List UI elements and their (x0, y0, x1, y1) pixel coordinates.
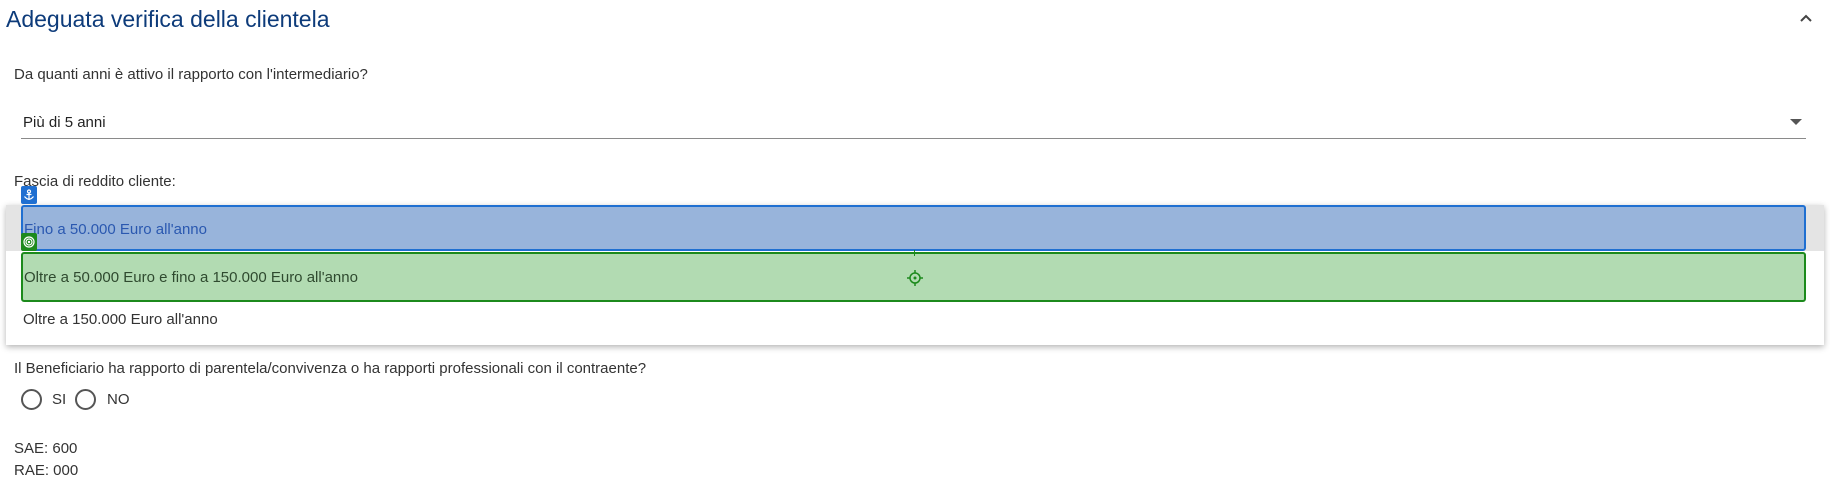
reddito-option-1-label: Fino a 50.000 Euro all'anno (24, 221, 207, 238)
chevron-up-icon[interactable] (1796, 8, 1816, 28)
radio-si-label[interactable]: SI (52, 391, 66, 408)
radio-no[interactable] (75, 389, 96, 410)
reddito-option-1-highlight[interactable]: Fino a 50.000 Euro all'anno (21, 205, 1806, 251)
caret-down-icon (1790, 119, 1802, 125)
question-reddito-label: Fascia di reddito cliente: (14, 173, 176, 190)
rapporto-select[interactable]: Più di 5 anni (21, 110, 1806, 139)
target-icon (21, 233, 37, 251)
section-title: Adeguata verifica della clientela (6, 6, 330, 32)
highlight-connector (914, 250, 915, 256)
reddito-option-3[interactable]: Oltre a 150.000 Euro all'anno (6, 297, 1824, 343)
rae-info: RAE: 000 (14, 462, 79, 479)
radio-si[interactable] (21, 389, 42, 410)
verification-panel: Adeguata verifica della clientela Da qua… (0, 0, 1830, 487)
crosshair-icon (907, 270, 923, 286)
question-beneficiario-label: Il Beneficiario ha rapporto di parentela… (14, 360, 647, 377)
reddito-option-2-label: Oltre a 50.000 Euro e fino a 150.000 Eur… (24, 269, 358, 286)
reddito-option-3-label: Oltre a 150.000 Euro all'anno (23, 311, 218, 328)
question-rapporto-label: Da quanti anni è attivo il rapporto con … (14, 66, 368, 83)
rapporto-select-value: Più di 5 anni (23, 114, 106, 131)
radio-no-label[interactable]: NO (107, 391, 130, 408)
anchor-icon (21, 186, 37, 204)
sae-info: SAE: 600 (14, 440, 78, 457)
